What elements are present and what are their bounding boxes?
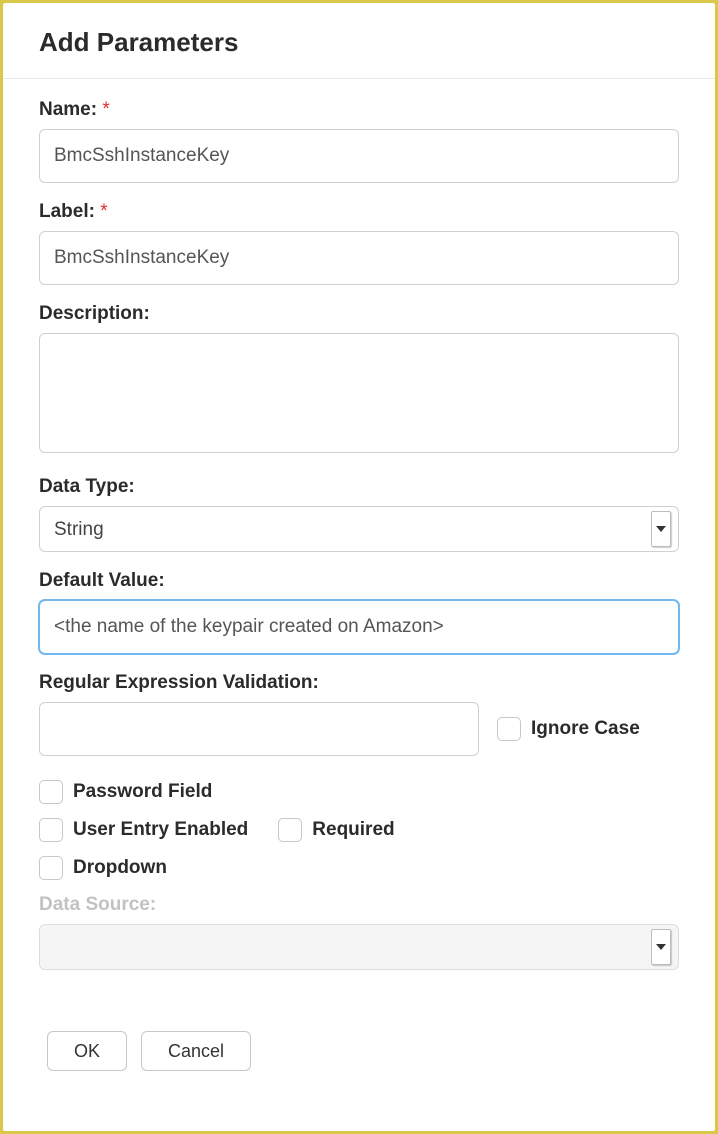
password-field-checkbox[interactable] [39,780,63,804]
data-source-select-wrap [39,924,679,970]
ignore-case-label: Ignore Case [531,718,640,740]
required-group: Required [278,818,394,842]
description-textarea[interactable] [39,333,679,453]
dialog-header: Add Parameters [3,3,715,79]
name-label: Name: * [39,99,679,121]
description-label: Description: [39,303,679,325]
regex-field-group: Regular Expression Validation: Ignore Ca… [39,672,679,756]
data-type-field-group: Data Type: String [39,476,679,552]
user-entry-group: User Entry Enabled [39,818,248,842]
name-label-text: Name: [39,99,97,120]
data-source-select[interactable] [39,924,679,970]
label-field-label-text: Label: [39,201,95,222]
ok-button[interactable]: OK [47,1031,127,1071]
data-source-label: Data Source: [39,894,679,916]
dialog-footer: OK Cancel [3,1011,715,1131]
data-type-select[interactable]: String [39,506,679,552]
data-type-label: Data Type: [39,476,679,498]
default-value-field-group: Default Value: [39,570,679,654]
required-checkbox[interactable] [278,818,302,842]
data-type-select-wrap: String [39,506,679,552]
dropdown-group: Dropdown [39,856,679,880]
regex-row: Ignore Case [39,702,679,756]
dropdown-label: Dropdown [73,857,167,879]
name-field-group: Name: * [39,99,679,183]
dropdown-checkbox[interactable] [39,856,63,880]
dialog-title: Add Parameters [39,27,679,58]
ignore-case-group: Ignore Case [497,717,640,741]
default-value-label: Default Value: [39,570,679,592]
user-entry-label: User Entry Enabled [73,819,248,841]
required-label: Required [312,819,394,841]
name-input[interactable] [39,129,679,183]
label-field-label: Label: * [39,201,679,223]
regex-label: Regular Expression Validation: [39,672,679,694]
cancel-button[interactable]: Cancel [141,1031,251,1071]
required-asterisk: * [102,99,109,120]
password-field-label: Password Field [73,781,212,803]
regex-input[interactable] [39,702,479,756]
required-asterisk: * [100,201,107,222]
password-field-group: Password Field [39,780,679,804]
checkbox-section: Password Field User Entry Enabled Requir… [39,780,679,880]
dialog-body: Name: * Label: * Description: Data Type:… [3,79,715,1011]
description-field-group: Description: [39,303,679,458]
data-source-field-group: Data Source: [39,894,679,970]
add-parameters-dialog: Add Parameters Name: * Label: * Descript… [3,3,715,1131]
ignore-case-checkbox[interactable] [497,717,521,741]
label-input[interactable] [39,231,679,285]
user-entry-checkbox[interactable] [39,818,63,842]
user-entry-row: User Entry Enabled Required [39,818,679,842]
label-field-group: Label: * [39,201,679,285]
default-value-input[interactable] [39,600,679,654]
